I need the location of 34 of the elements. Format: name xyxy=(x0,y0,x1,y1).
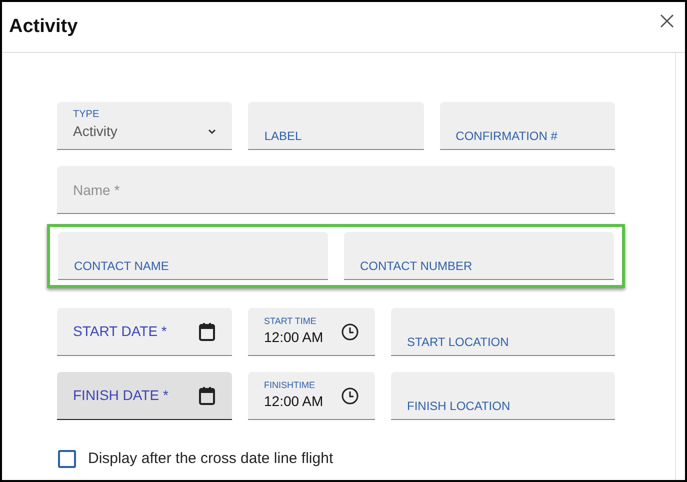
text-field[interactable]: CONTACT NUMBER xyxy=(344,232,614,280)
field-label: FINISH LOCATION xyxy=(407,398,510,415)
text-field[interactable]: START LOCATION xyxy=(391,308,615,356)
chevron-down-icon xyxy=(208,128,216,134)
time-value: 12:00 AM xyxy=(264,328,324,347)
field-label: FINISHTIME xyxy=(264,379,316,391)
field-label: START TIME xyxy=(264,315,318,327)
time-value: 12:00 AM xyxy=(264,392,324,411)
calendar-icon[interactable] xyxy=(198,322,216,342)
time-field[interactable]: FINISHTIME 12:00 AM xyxy=(248,372,375,420)
field-label: CONFIRMATION # xyxy=(456,128,558,145)
checkbox[interactable] xyxy=(58,450,76,468)
field-label: FINISH DATE * xyxy=(73,386,168,405)
text-field[interactable]: CONFIRMATION # xyxy=(440,102,615,150)
clock-icon[interactable] xyxy=(341,386,359,404)
text-field[interactable]: FINISH LOCATION xyxy=(391,372,615,420)
field-label: START LOCATION xyxy=(407,334,509,351)
calendar-icon[interactable] xyxy=(198,386,216,406)
text-field[interactable]: LABEL xyxy=(248,102,424,150)
name-field[interactable]: Name * xyxy=(57,166,615,214)
time-field[interactable]: START TIME 12:00 AM xyxy=(248,308,375,356)
dialog-title: Activity xyxy=(9,14,78,39)
checkbox-label: Display after the cross date line flight xyxy=(88,449,334,469)
field-label: LABEL xyxy=(264,128,302,145)
date-field[interactable]: START DATE * xyxy=(57,308,232,356)
clock-icon[interactable] xyxy=(341,322,359,340)
date-field[interactable]: FINISH DATE * xyxy=(57,372,232,420)
field-label: START DATE * xyxy=(73,322,167,341)
type-select[interactable]: TYPE Activity xyxy=(57,102,232,150)
field-label: TYPE xyxy=(73,109,100,121)
text-field[interactable]: CONTACT NAME xyxy=(58,232,328,280)
field-label: CONTACT NUMBER xyxy=(360,258,472,275)
select-value: Activity xyxy=(73,122,118,141)
field-label: CONTACT NAME xyxy=(74,258,169,275)
